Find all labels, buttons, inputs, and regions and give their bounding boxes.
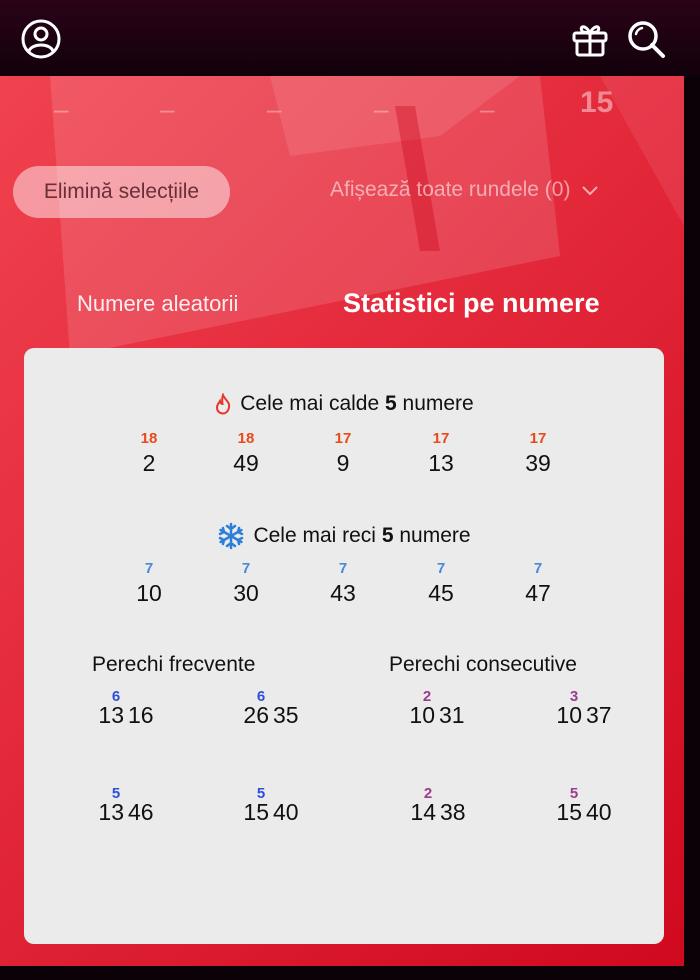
clear-selection-button[interactable]: Elimină selecțiile: [13, 166, 230, 218]
pair-count: 6: [256, 688, 266, 705]
cold-number-item[interactable]: 7 30: [211, 560, 281, 607]
cold-title-prefix: Cele mai reci: [253, 524, 376, 547]
hot-frequency: 18: [140, 430, 158, 447]
hot-numbers-title: Cele mai calde 5 numere: [24, 392, 664, 416]
cold-title-count: 5: [381, 524, 394, 547]
chevron-down-icon: [582, 186, 599, 196]
pair-second-number: 46: [128, 799, 154, 825]
hot-title-prefix: Cele mai calde: [240, 392, 380, 415]
pair-first-number: 15: [556, 799, 582, 825]
pair-count: 5: [256, 785, 266, 802]
top-bar: [0, 0, 700, 76]
hot-number: 9: [336, 450, 350, 476]
pair-count: 2: [423, 785, 433, 802]
hot-number-item[interactable]: 18 2: [114, 430, 184, 477]
hot-title-suffix: numere: [402, 392, 474, 415]
hot-number-item[interactable]: 17 39: [503, 430, 573, 477]
ball-slot-3: –: [267, 94, 282, 124]
pair-second-number: 37: [586, 702, 612, 728]
pair-first-number: 14: [410, 799, 436, 825]
pair-count: 5: [111, 785, 121, 802]
cold-numbers-title: Cele mai reci 5 numere: [24, 522, 664, 550]
cold-number-item[interactable]: 7 10: [114, 560, 184, 607]
pair-second-number: 16: [128, 702, 154, 728]
snowflake-icon: [219, 522, 244, 550]
frequent-pair-item[interactable]: 26 6 35: [211, 688, 341, 738]
cold-number: 45: [428, 580, 454, 606]
pair-first-number: 15: [243, 799, 269, 825]
cold-number: 30: [233, 580, 259, 606]
user-icon[interactable]: [20, 18, 62, 60]
hot-number: 13: [428, 450, 454, 476]
pair-second-number: 31: [439, 702, 465, 728]
cold-number: 47: [525, 580, 551, 606]
cold-frequency: 7: [144, 560, 154, 577]
fire-icon: [216, 393, 231, 415]
ball-slot-5: –: [480, 94, 495, 124]
hot-number: 2: [142, 450, 156, 476]
consecutive-pair-item[interactable]: 10 2 31: [377, 688, 507, 738]
cold-number: 43: [330, 580, 356, 606]
cold-number-item[interactable]: 7 47: [503, 560, 573, 607]
pair-first-number: 26: [243, 702, 269, 728]
cold-number: 10: [136, 580, 162, 606]
cold-frequency: 7: [338, 560, 348, 577]
pair-second-number: 38: [440, 799, 466, 825]
show-all-rounds-label: Afișează toate rundele (0): [330, 178, 571, 201]
tab-number-statistics[interactable]: Statistici pe numere: [343, 288, 600, 319]
ball-slot-4: –: [374, 94, 389, 124]
hot-frequency: 17: [432, 430, 450, 447]
frequent-pairs-title: Perechi frecvente: [92, 653, 256, 676]
pair-first-number: 10: [556, 702, 582, 728]
frequent-pair-item[interactable]: 13 6 16: [66, 688, 196, 738]
pair-first-number: 13: [98, 799, 124, 825]
pair-count: 2: [422, 688, 432, 705]
cold-title-suffix: numere: [399, 524, 471, 547]
statistics-card: Cele mai calde 5 numere 18 2 18 49 17 9 …: [24, 348, 664, 944]
hot-number: 39: [525, 450, 551, 476]
pair-count: 3: [569, 688, 579, 705]
hot-frequency: 17: [334, 430, 352, 447]
hot-number-item[interactable]: 18 49: [211, 430, 281, 477]
cold-frequency: 7: [533, 560, 543, 577]
consecutive-pair-item[interactable]: 15 5 40: [524, 785, 654, 835]
frequent-pair-item[interactable]: 13 5 46: [66, 785, 196, 835]
hot-number-item[interactable]: 17 9: [308, 430, 378, 477]
pair-second-number: 40: [273, 799, 299, 825]
hot-frequency: 18: [237, 430, 255, 447]
cold-number-item[interactable]: 7 43: [308, 560, 378, 607]
cold-frequency: 7: [436, 560, 446, 577]
consecutive-pairs-title: Perechi consecutive: [389, 653, 577, 676]
hot-frequency: 17: [529, 430, 547, 447]
ball-slot-2: –: [160, 94, 175, 124]
pair-first-number: 13: [98, 702, 124, 728]
show-all-rounds-dropdown[interactable]: Afișează toate rundele (0): [330, 178, 600, 202]
ball-count: 15: [580, 86, 614, 119]
hot-number: 49: [233, 450, 259, 476]
pair-second-number: 40: [586, 799, 612, 825]
pair-second-number: 35: [273, 702, 299, 728]
ball-slot-1: –: [54, 94, 69, 124]
gift-icon[interactable]: [569, 18, 611, 60]
frequent-pair-item[interactable]: 15 5 40: [211, 785, 341, 835]
cold-frequency: 7: [241, 560, 251, 577]
hot-title-count: 5: [385, 392, 397, 415]
search-icon[interactable]: [625, 18, 667, 60]
hot-number-item[interactable]: 17 13: [406, 430, 476, 477]
pair-first-number: 10: [409, 702, 435, 728]
pair-count: 5: [569, 785, 579, 802]
pair-count: 6: [111, 688, 121, 705]
tab-random-numbers[interactable]: Numere aleatorii: [77, 291, 238, 317]
consecutive-pair-item[interactable]: 10 3 37: [524, 688, 654, 738]
main-panel: – – – – – 15 Elimină selecțiile Afișează…: [0, 76, 684, 966]
consecutive-pair-item[interactable]: 14 2 38: [378, 785, 508, 835]
cold-number-item[interactable]: 7 45: [406, 560, 476, 607]
